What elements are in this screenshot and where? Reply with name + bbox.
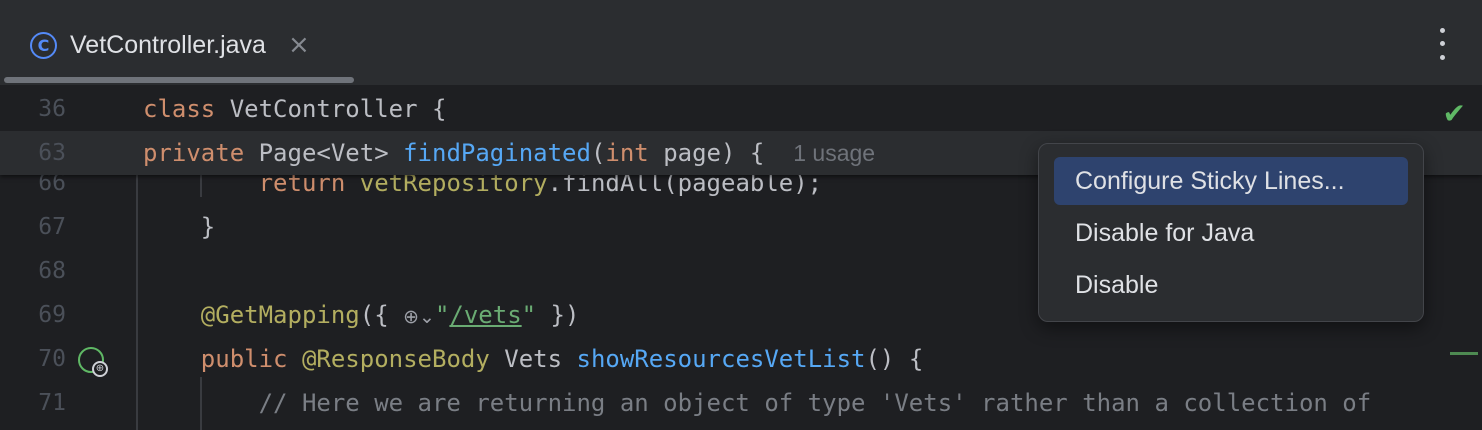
code-text: // Here we are returning an object of ty… xyxy=(143,381,1372,425)
code-text: private Page<Vet> findPaginated(int page… xyxy=(143,131,875,175)
line-number: 70 xyxy=(38,346,66,372)
code-token: }) xyxy=(536,301,580,329)
code-token: VetController { xyxy=(229,95,447,123)
code-text: class VetController { xyxy=(143,87,446,131)
code-token: } xyxy=(143,213,216,241)
menu-item-configure-sticky-lines[interactable]: Configure Sticky Lines... xyxy=(1054,157,1408,205)
editor-tab-bar: C VetController.java × xyxy=(0,0,1482,86)
menu-item-disable[interactable]: Disable xyxy=(1054,261,1408,309)
line-number: 69 xyxy=(38,302,66,328)
code-token: " xyxy=(434,301,450,329)
code-line[interactable]: 70 public @ResponseBody Vets showResourc… xyxy=(0,337,1482,381)
code-token: findPaginated xyxy=(403,139,591,167)
endpoint-globe-icon[interactable]: ⊕ xyxy=(78,347,108,377)
globe-icon[interactable]: ⊕⌄ xyxy=(403,306,435,328)
code-text: @GetMapping({ ⊕⌄"/vets" }) xyxy=(143,293,580,339)
code-token: page) { xyxy=(663,139,794,167)
code-token: Vets xyxy=(504,345,577,373)
code-token: @GetMapping xyxy=(200,301,360,329)
line-number: 63 xyxy=(38,140,66,166)
close-icon[interactable]: × xyxy=(288,30,310,60)
usage-hint[interactable]: 1 usage xyxy=(793,140,875,166)
code-token: ({ xyxy=(359,301,404,329)
code-token: @ResponseBody xyxy=(301,345,505,373)
code-token: // Here we are returning an object of ty… xyxy=(258,389,1372,417)
code-token: class xyxy=(143,95,230,123)
line-number: 68 xyxy=(38,258,66,284)
code-token: " xyxy=(521,301,537,329)
class-icon: C xyxy=(30,31,57,59)
check-icon[interactable]: ✔ xyxy=(1443,97,1466,130)
tab-title: VetController.java xyxy=(70,30,266,59)
code-token: public xyxy=(200,345,302,373)
code-token: private xyxy=(143,139,259,167)
code-token: showResourcesVetList xyxy=(576,345,866,373)
sticky-lines-context-menu: Configure Sticky Lines... Disable for Ja… xyxy=(1038,143,1424,322)
line-number: 36 xyxy=(38,96,66,122)
code-line[interactable]: 36 class VetController { xyxy=(0,87,1482,131)
change-marker xyxy=(1450,352,1478,355)
line-number: 67 xyxy=(38,214,66,240)
active-tab-indicator xyxy=(4,77,354,83)
code-token: Page<Vet> xyxy=(258,139,404,167)
line-number: 71 xyxy=(38,390,66,416)
tab-vetcontroller[interactable]: C VetController.java × xyxy=(14,20,326,70)
code-token: () { xyxy=(865,345,924,373)
code-text: public @ResponseBody Vets showResourcesV… xyxy=(143,337,923,381)
code-token: int xyxy=(605,139,664,167)
code-token: ( xyxy=(590,139,606,167)
menu-item-disable-for-java[interactable]: Disable for Java xyxy=(1054,209,1408,257)
more-options-icon[interactable] xyxy=(1432,24,1452,64)
code-text: } xyxy=(143,205,215,249)
code-token: /vets xyxy=(449,301,522,329)
code-line[interactable]: 71 // Here we are returning an object of… xyxy=(0,381,1482,425)
